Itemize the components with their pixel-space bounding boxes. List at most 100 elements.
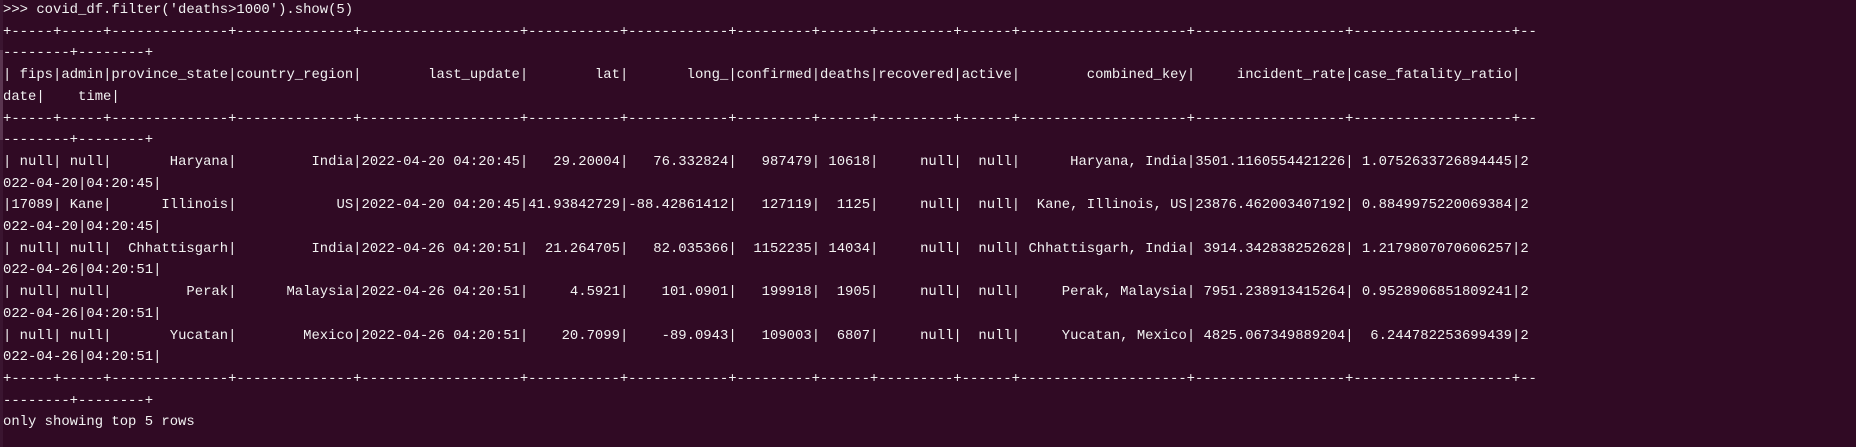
table-row: | null| null| Chhattisgarh| India|2022-0… — [3, 240, 1529, 279]
column-header-long-: long_ — [628, 67, 729, 84]
table-cell: 127119 — [736, 197, 812, 214]
table-cell: null — [878, 284, 954, 301]
table-cell: 2022-04-26 04:20:51 — [361, 284, 520, 301]
table-cell: null — [11, 153, 54, 170]
table-header: | fips|admin|province_state|country_regi… — [3, 67, 1571, 105]
table-cell: 4825.067349889204 — [1195, 327, 1346, 344]
table-cell: Perak, Malaysia — [1020, 284, 1187, 301]
command-text: covid_df.filter('deaths>1000').show(5) — [36, 2, 354, 18]
table-cell: Kane — [61, 197, 104, 214]
column-header-case-fatality-ratio: case_fatality_ratio — [1353, 67, 1512, 84]
table-cell: Haryana, India — [1020, 153, 1187, 170]
column-header-last-update: last_update — [361, 67, 520, 84]
table-row: | null| null| Haryana| India|2022-04-20 … — [3, 153, 1529, 192]
table-cell: Yucatan — [111, 327, 229, 344]
table-cell: null — [878, 197, 954, 214]
table-cell: Haryana — [111, 153, 229, 170]
table-cell: India — [236, 240, 354, 257]
table-cell: 2022-04-26 04:20:51 — [361, 327, 520, 344]
table-cell: null — [961, 197, 1012, 214]
table-cell: null — [878, 153, 954, 170]
prompt: >>> — [3, 2, 37, 18]
column-header-incident-rate: incident_rate — [1195, 67, 1346, 84]
table-cell: 1905 — [820, 284, 871, 301]
table-cell: null — [11, 327, 54, 344]
table-cell: null — [961, 153, 1012, 170]
table-cell: 2022-04-20 04:20:45 — [361, 153, 520, 170]
table-cell: Chhattisgarh, India — [1020, 240, 1187, 257]
table-cell: 2022-04-26 04:20:51 — [361, 240, 520, 257]
table-cell: 04:20:45 — [86, 219, 154, 236]
table-cell: 76.332824 — [628, 153, 729, 170]
table-cell: null — [61, 327, 104, 344]
column-header-admin: admin — [61, 67, 104, 84]
table-cell: 04:20:51 — [86, 305, 154, 322]
column-header-province-state: province_state — [111, 67, 229, 84]
terminal-output: >>> covid_df.filter('deaths>1000').show(… — [3, 0, 1537, 434]
table-cell: 101.0901 — [628, 284, 729, 301]
table-cell: 987479 — [736, 153, 812, 170]
table-cell: 10618 — [820, 153, 871, 170]
table-cell: -89.0943 — [628, 327, 729, 344]
table-cell: 1125 — [820, 197, 871, 214]
table-cell: Illinois — [111, 197, 229, 214]
table-cell: 0.8849975220069384 — [1353, 197, 1512, 214]
table-cell: null — [11, 240, 54, 257]
table-cell: 17089 — [11, 197, 54, 214]
table-cell: null — [61, 153, 104, 170]
table-cell: 04:20:51 — [86, 349, 154, 366]
column-header-country-region: country_region — [236, 67, 354, 84]
column-header-recovered: recovered — [878, 67, 954, 84]
table-cell: 2022-04-20 04:20:45 — [361, 197, 520, 214]
table-cell: 3501.1160554421226 — [1195, 153, 1346, 170]
table-border: +-----+-----+--------------+------------… — [3, 23, 1537, 62]
table-cell: 3914.342838252628 — [1195, 240, 1346, 257]
column-header-time: time — [44, 88, 112, 105]
table-cell: Kane, Illinois, US — [1020, 197, 1187, 214]
table-cell: US — [236, 197, 354, 214]
table-row: | null| null| Perak| Malaysia|2022-04-26… — [3, 284, 1529, 322]
table-cell: Chhattisgarh — [111, 240, 229, 257]
command-line: >>> covid_df.filter('deaths>1000').show(… — [3, 0, 1537, 22]
table-cell: null — [961, 327, 1012, 344]
table-cell: null — [61, 284, 104, 301]
table-cell: 04:20:51 — [86, 262, 154, 279]
table-cell: null — [878, 240, 954, 257]
table-cell: India — [236, 153, 354, 170]
table-cell: 4.5921 — [528, 284, 620, 301]
table-cell: null — [878, 327, 954, 344]
table-cell: null — [961, 284, 1012, 301]
table-cell: 199918 — [736, 284, 812, 301]
table-cell: -88.42861412 — [628, 197, 729, 214]
table-cell: 7951.238913415264 — [1195, 284, 1346, 301]
dataframe-table: +-----+-----+--------------+------------… — [3, 22, 1537, 413]
column-header-combined-key: combined_key — [1020, 67, 1187, 84]
table-cell: Mexico — [236, 327, 354, 344]
table-cell: 0.9528906851809241 — [1353, 284, 1512, 301]
table-cell: 82.035366 — [628, 240, 729, 257]
column-header-confirmed: confirmed — [736, 67, 812, 84]
table-cell: null — [61, 240, 104, 257]
table-cell: 41.93842729 — [528, 197, 620, 214]
table-cell: Yucatan, Mexico — [1020, 327, 1187, 344]
table-cell: null — [11, 284, 54, 301]
table-cell: 1.0752633726894445 — [1353, 153, 1512, 170]
table-cell: 109003 — [736, 327, 812, 344]
table-cell: Perak — [111, 284, 229, 301]
table-cell: 29.20004 — [528, 153, 620, 170]
table-cell: 1152235 — [736, 240, 812, 257]
table-cell: 6807 — [820, 327, 871, 344]
table-row: |17089| Kane| Illinois| US|2022-04-20 04… — [3, 197, 1529, 236]
column-header-deaths: deaths — [820, 67, 871, 84]
table-cell: 6.244782253699439 — [1353, 327, 1512, 344]
column-header-active: active — [961, 67, 1012, 84]
table-cell: null — [961, 240, 1012, 257]
table-cell: 1.2179807070606257 — [1353, 240, 1512, 257]
table-row: | null| null| Yucatan| Mexico|2022-04-26… — [3, 327, 1529, 366]
table-border: +-----+-----+--------------+------------… — [3, 370, 1537, 409]
table-cell: 23876.462003407192 — [1195, 197, 1346, 214]
table-cell: 21.264705 — [528, 240, 620, 257]
column-header-lat: lat — [528, 67, 620, 84]
table-border: +-----+-----+--------------+------------… — [3, 110, 1537, 149]
table-cell: 14034 — [820, 240, 871, 257]
